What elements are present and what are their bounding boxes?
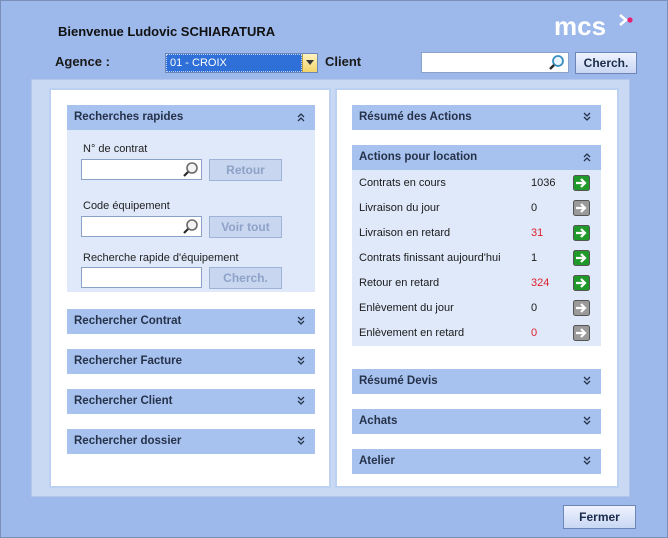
logo-wordmark: mcs: [554, 11, 606, 41]
section-rechercher-dossier[interactable]: Rechercher dossier: [67, 429, 315, 454]
client-label: Client: [325, 54, 362, 69]
action-row: Contrats en cours 1036: [354, 171, 600, 196]
expand-icon[interactable]: [297, 435, 305, 447]
agence-label: Agence :: [55, 54, 110, 69]
action-row: Enlèvement du jour 0: [354, 296, 600, 321]
equipment-code-input[interactable]: [81, 216, 202, 237]
quick-search-header[interactable]: Recherches rapides: [67, 105, 315, 130]
action-row: Retour en retard 324: [354, 271, 600, 296]
contract-number-label: N° de contrat: [83, 143, 148, 155]
section-achats[interactable]: Achats: [352, 409, 601, 434]
search-icon[interactable]: [182, 218, 200, 239]
section-title: Achats: [359, 415, 398, 427]
search-icon[interactable]: [182, 161, 200, 182]
action-count: 0: [531, 202, 538, 214]
action-row: Livraison en retard 31: [354, 221, 600, 246]
action-count: 31: [531, 227, 544, 239]
action-label: Livraison du jour: [359, 202, 440, 214]
main-window: Bienvenue Ludovic SCHIARATURA mcs Agence…: [0, 0, 668, 538]
go-arrow-icon[interactable]: [573, 200, 590, 216]
collapse-icon[interactable]: [583, 151, 591, 163]
section-title: Actions pour location: [359, 151, 478, 163]
rapid-search-button[interactable]: Cherch.: [209, 267, 282, 289]
go-arrow-icon[interactable]: [573, 250, 590, 266]
rapid-equipment-input[interactable]: [81, 267, 202, 288]
section-resume-devis[interactable]: Résumé Devis: [352, 369, 601, 394]
section-rechercher-contrat[interactable]: Rechercher Contrat: [67, 309, 315, 334]
action-count: 0: [531, 302, 538, 314]
agence-select[interactable]: 01 - CROIX: [165, 53, 318, 73]
section-title: Rechercher Facture: [74, 355, 183, 367]
action-label: Enlèvement en retard: [359, 327, 465, 339]
action-count: 1: [531, 252, 538, 264]
section-title: Rechercher Contrat: [74, 315, 182, 327]
section-atelier[interactable]: Atelier: [352, 449, 601, 474]
go-arrow-icon[interactable]: [573, 225, 590, 241]
expand-icon[interactable]: [583, 375, 591, 387]
action-label: Livraison en retard: [359, 227, 451, 239]
action-row: Livraison du jour 0: [354, 196, 600, 221]
action-label: Enlèvement du jour: [359, 302, 454, 314]
go-arrow-icon[interactable]: [573, 325, 590, 341]
action-row: Contrats finissant aujourd'hui 1: [354, 246, 600, 271]
action-label: Retour en retard: [359, 277, 440, 289]
search-icon[interactable]: [548, 54, 566, 75]
client-search-button[interactable]: Cherch.: [575, 52, 637, 74]
expand-icon[interactable]: [583, 111, 591, 123]
contract-number-input[interactable]: [81, 159, 202, 180]
section-title: Résumé des Actions: [359, 111, 472, 123]
quick-search-body: N° de contrat Retour Code équipement Voi…: [67, 130, 315, 292]
section-title: Rechercher Client: [74, 395, 173, 407]
go-arrow-icon[interactable]: [573, 300, 590, 316]
action-count: 0: [531, 327, 538, 339]
dropdown-arrow-icon[interactable]: [302, 54, 317, 72]
expand-icon[interactable]: [297, 355, 305, 367]
section-actions-location[interactable]: Actions pour location: [352, 145, 601, 170]
quick-search-title: Recherches rapides: [74, 111, 184, 123]
section-title: Résumé Devis: [359, 375, 438, 387]
section-title: Atelier: [359, 455, 395, 467]
collapse-icon[interactable]: [297, 111, 305, 123]
mcs-logo: mcs: [554, 11, 634, 41]
expand-icon[interactable]: [297, 315, 305, 327]
equipment-code-label: Code équipement: [83, 200, 170, 212]
rapid-equipment-label: Recherche rapide d'équipement: [83, 252, 239, 264]
section-resume-actions[interactable]: Résumé des Actions: [352, 105, 601, 130]
action-label: Contrats finissant aujourd'hui: [359, 252, 501, 264]
go-arrow-icon[interactable]: [573, 275, 590, 291]
expand-icon[interactable]: [297, 395, 305, 407]
client-search-input[interactable]: [421, 52, 569, 73]
voir-tout-button[interactable]: Voir tout: [209, 216, 282, 238]
action-count: 324: [531, 277, 550, 289]
action-row: Enlèvement en retard 0: [354, 321, 600, 346]
section-title: Rechercher dossier: [74, 435, 182, 447]
section-rechercher-facture[interactable]: Rechercher Facture: [67, 349, 315, 374]
expand-icon[interactable]: [583, 415, 591, 427]
expand-icon[interactable]: [583, 455, 591, 467]
go-arrow-icon[interactable]: [573, 175, 590, 191]
action-label: Contrats en cours: [359, 177, 446, 189]
agence-selected-value: 01 - CROIX: [166, 54, 302, 72]
close-button[interactable]: Fermer: [563, 505, 636, 529]
action-count: 1036: [531, 177, 556, 189]
welcome-title: Bienvenue Ludovic SCHIARATURA: [58, 24, 276, 39]
section-rechercher-client[interactable]: Rechercher Client: [67, 389, 315, 414]
retour-button[interactable]: Retour: [209, 159, 282, 181]
